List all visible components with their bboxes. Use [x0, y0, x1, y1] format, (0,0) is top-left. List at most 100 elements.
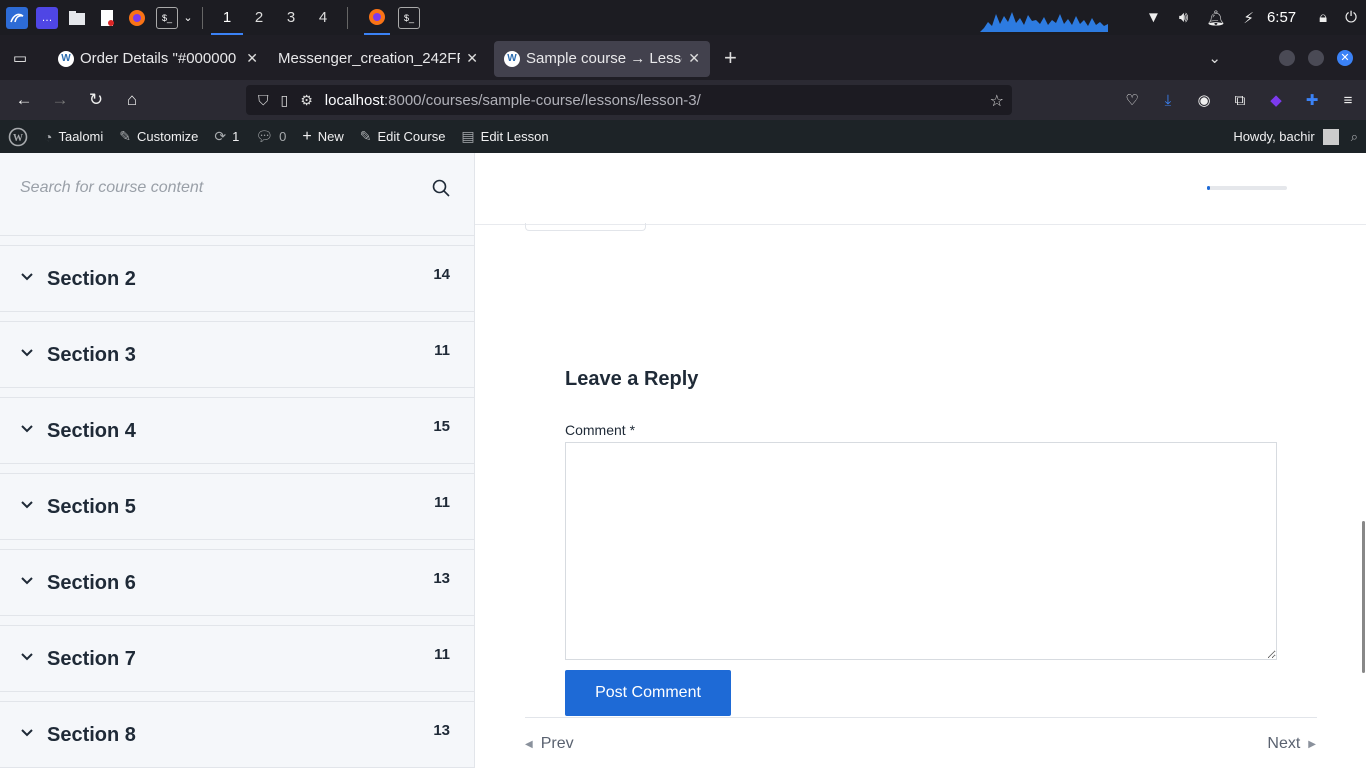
firefox-window-icon[interactable]	[364, 0, 390, 35]
section-title: Section 6	[47, 572, 136, 594]
pocket-icon[interactable]: ♡	[1114, 91, 1150, 109]
avatar[interactable]	[1322, 128, 1339, 145]
close-icon[interactable]: ✕	[688, 50, 700, 67]
sidebar-section-8[interactable]: Section 8 13	[0, 701, 474, 768]
bookmark-star-icon[interactable]: ☆	[990, 91, 1004, 111]
page-info-icon[interactable]: ▯	[281, 92, 289, 109]
brush-icon: ✎	[119, 128, 131, 144]
shield-icon[interactable]: ⛉	[258, 92, 269, 109]
clock[interactable]: 6:57	[1267, 9, 1296, 26]
comment-textarea[interactable]	[565, 442, 1277, 660]
workspace-switcher-icon[interactable]: …	[36, 6, 58, 29]
course-sidebar: Section 2 14 Section 3 11 Section 4 15 S…	[0, 153, 475, 768]
new-tab-button[interactable]: +	[724, 45, 737, 71]
browser-tab-bar: ▭ W Order Details "#000000 ✕ Messenger_c…	[0, 35, 1366, 80]
extension-flag-icon[interactable]: ✚	[1294, 91, 1330, 109]
howdy-user[interactable]: Howdy, bachir	[1233, 129, 1314, 144]
leave-reply-heading: Leave a Reply	[565, 368, 699, 390]
sidebar-section-4[interactable]: Section 4 15	[0, 397, 474, 464]
site-name-label: Taalomi	[58, 129, 104, 144]
toolbar-actions: ♡ ⤓ ◉ ⧉ ◆ ✚ ≡	[1114, 80, 1366, 120]
battery-icon[interactable]: ⚡︎	[1243, 9, 1254, 27]
workspace-4[interactable]: 4	[307, 0, 339, 35]
terminal-window-icon[interactable]: $_	[398, 6, 420, 29]
reload-icon[interactable]: ↻	[78, 90, 114, 110]
next-lesson-link[interactable]: Next ▶	[1267, 735, 1316, 753]
wordpress-logo-icon[interactable]: W	[0, 120, 36, 153]
admin-site-name[interactable]: ◔ Taalomi	[36, 120, 111, 153]
sidebar-section-5[interactable]: Section 5 11	[0, 473, 474, 540]
volume-icon[interactable]: 🔊︎	[1179, 9, 1188, 26]
course-progress-bar	[1207, 186, 1287, 190]
workspace-3[interactable]: 3	[275, 0, 307, 35]
search-icon[interactable]	[432, 179, 450, 197]
workspace-2[interactable]: 2	[243, 0, 275, 35]
close-window-button[interactable]: ✕	[1337, 49, 1353, 66]
tab-order-details[interactable]: W Order Details "#000000 ✕	[48, 41, 268, 77]
sidebar-section-2[interactable]: Section 2 14	[0, 245, 474, 312]
cpu-usage-graph	[980, 12, 1108, 32]
chevron-down-icon[interactable]: ⌄	[182, 7, 194, 29]
lesson-header	[475, 153, 1366, 225]
sidebar-section-3[interactable]: Section 3 11	[0, 321, 474, 388]
minimize-button[interactable]	[1279, 49, 1295, 66]
notification-bell-icon[interactable]: 🔔︎	[1206, 9, 1225, 27]
tab-title: Messenger_creation_242FFB	[278, 50, 461, 67]
admin-search-icon[interactable]: ⌕	[1351, 129, 1358, 145]
terminal-icon[interactable]: $_	[156, 6, 178, 29]
pencil-icon: ✎	[359, 128, 372, 144]
permissions-icon[interactable]: ⚙︎	[300, 92, 313, 109]
text-editor-icon[interactable]	[96, 7, 118, 29]
admin-edit-course[interactable]: ✎ Edit Course	[352, 120, 454, 153]
section-title: Section 3	[47, 344, 136, 366]
close-icon[interactable]: ✕	[466, 50, 478, 67]
tab-messenger-creation[interactable]: Messenger_creation_242FFB ✕	[268, 41, 488, 77]
extensions-icon[interactable]: ⧉	[1222, 92, 1258, 109]
post-comment-button[interactable]: Post Comment	[565, 670, 731, 716]
list-all-tabs-icon[interactable]: ⌄	[1208, 49, 1221, 67]
back-arrow-icon[interactable]: ←	[6, 90, 42, 110]
page-scrollbar[interactable]	[1362, 521, 1365, 673]
plus-icon: +	[302, 127, 312, 145]
admin-customize[interactable]: ✎ Customize	[111, 120, 206, 153]
section-lesson-count: 11	[434, 342, 450, 359]
comments-count: 0	[279, 129, 287, 144]
updates-icon: ⟳	[214, 128, 227, 144]
forward-arrow-icon[interactable]: →	[42, 90, 78, 110]
url-text[interactable]: localhost:8000/courses/sample-course/les…	[325, 92, 701, 109]
power-icon[interactable]: ⏻	[1345, 9, 1357, 26]
extension-purple-icon[interactable]: ◆	[1258, 91, 1294, 109]
firefox-icon[interactable]	[126, 7, 148, 29]
lock-icon[interactable]: 🔒︎	[1319, 9, 1327, 26]
caret-left-icon: ◀	[525, 738, 533, 750]
admin-edit-lesson[interactable]: ▤ Edit Lesson	[453, 120, 556, 153]
maximize-button[interactable]	[1308, 49, 1324, 66]
updates-count: 1	[232, 129, 240, 144]
home-icon[interactable]: ⌂	[114, 90, 150, 110]
section-lesson-count: 13	[433, 722, 450, 739]
chevron-down-icon	[21, 577, 33, 585]
wifi-icon[interactable]: ▼	[1146, 9, 1161, 26]
close-icon[interactable]: ✕	[246, 50, 258, 67]
sidebar-section-6[interactable]: Section 6 13	[0, 549, 474, 616]
chevron-down-icon	[21, 729, 33, 737]
admin-updates[interactable]: ⟳ 1	[206, 120, 247, 153]
admin-new[interactable]: + New	[294, 120, 351, 153]
search-input[interactable]	[0, 153, 474, 223]
section-title: Section 2	[47, 268, 136, 290]
prev-lesson-link[interactable]: ◀ Prev	[525, 735, 574, 753]
sidebar-section-7[interactable]: Section 7 11	[0, 625, 474, 692]
workspace-1[interactable]: 1	[211, 0, 243, 35]
content-box-edge	[525, 223, 646, 231]
tab-overview-icon[interactable]: ▭	[0, 49, 40, 67]
downloads-icon[interactable]: ⤓	[1150, 92, 1186, 109]
system-tray: ▼ 🔊︎ 🔔︎ ⚡︎ 6:57 🔒︎ ⏻	[1137, 0, 1366, 35]
section-title: Section 4	[47, 420, 136, 442]
menu-hamburger-icon[interactable]: ≡	[1330, 92, 1366, 109]
account-icon[interactable]: ◉	[1186, 91, 1222, 109]
url-bar[interactable]: ⛉ ▯ ⚙︎ localhost:8000/courses/sample-cou…	[246, 85, 1012, 115]
admin-comments[interactable]: 💬︎ 0	[247, 120, 294, 153]
tab-sample-course[interactable]: W Sample course → Lesson 3 ✕	[494, 40, 710, 77]
file-manager-icon[interactable]	[66, 7, 88, 29]
kali-menu-icon[interactable]	[6, 6, 28, 29]
